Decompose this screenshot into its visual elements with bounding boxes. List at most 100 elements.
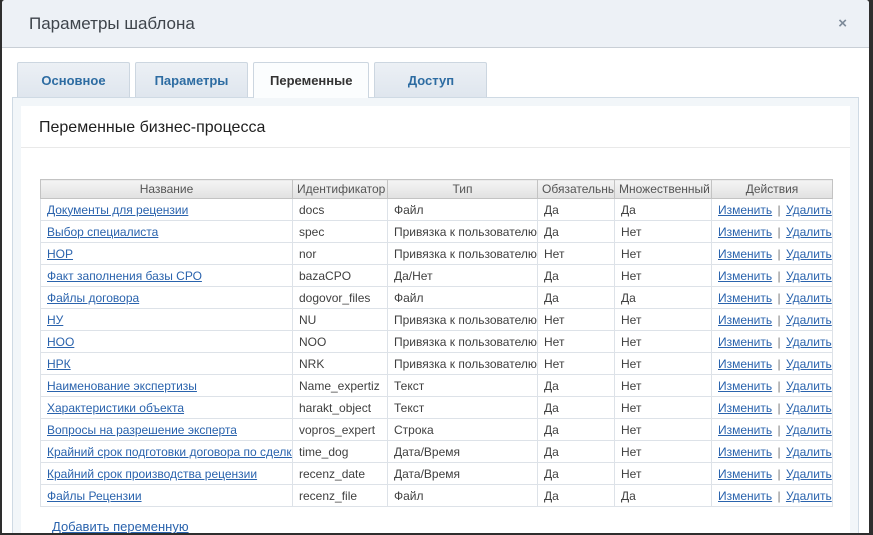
variable-multiple-cell: Да	[615, 485, 712, 507]
edit-link[interactable]: Изменить	[718, 489, 772, 503]
edit-link[interactable]: Изменить	[718, 467, 772, 481]
delete-link[interactable]: Удалить	[786, 313, 832, 327]
variable-required-cell: Нет	[538, 331, 615, 353]
variable-id-cell: NU	[293, 309, 388, 331]
variable-actions-cell: Изменить | Удалить	[712, 331, 833, 353]
variable-type-cell: Привязка к пользователю	[388, 331, 538, 353]
tab-2[interactable]: Параметры	[135, 62, 248, 97]
variable-name-cell: НОО	[41, 331, 293, 353]
edit-link[interactable]: Изменить	[718, 269, 772, 283]
variable-name-link[interactable]: Файлы договора	[47, 291, 139, 305]
dialog-header: Параметры шаблона ×	[2, 0, 869, 48]
variable-name-link[interactable]: Выбор специалиста	[47, 225, 158, 239]
variable-name-link[interactable]: Наименование экспертизы	[47, 379, 197, 393]
variable-name-link[interactable]: Крайний срок производства рецензии	[47, 467, 257, 481]
variable-type-cell: Привязка к пользователю	[388, 243, 538, 265]
edit-link[interactable]: Изменить	[718, 291, 772, 305]
variable-name-link[interactable]: НУ	[47, 313, 63, 327]
variable-name-link[interactable]: НОР	[47, 247, 73, 261]
variable-multiple-cell: Нет	[615, 397, 712, 419]
edit-link[interactable]: Изменить	[718, 335, 772, 349]
variable-id-cell: recenz_file	[293, 485, 388, 507]
variable-id-cell: bazaCPO	[293, 265, 388, 287]
tab-1[interactable]: Основное	[17, 62, 130, 97]
variable-id-cell: recenz_date	[293, 463, 388, 485]
table-row: Файлы Рецензии recenz_file Файл Да Да Из…	[41, 485, 833, 507]
delete-link[interactable]: Удалить	[786, 379, 832, 393]
variable-required-cell: Да	[538, 463, 615, 485]
variable-name-cell: Файлы Рецензии	[41, 485, 293, 507]
variable-actions-cell: Изменить | Удалить	[712, 199, 833, 221]
variable-name-link[interactable]: Файлы Рецензии	[47, 489, 142, 503]
column-header: Множественный	[615, 180, 712, 199]
variable-id-cell: nor	[293, 243, 388, 265]
edit-link[interactable]: Изменить	[718, 379, 772, 393]
variables-table-head: НазваниеИдентификаторТипОбязательныйМнож…	[41, 180, 833, 199]
delete-link[interactable]: Удалить	[786, 291, 832, 305]
variable-name-link[interactable]: Документы для рецензии	[47, 203, 188, 217]
edit-link[interactable]: Изменить	[718, 247, 772, 261]
delete-link[interactable]: Удалить	[786, 269, 832, 283]
variables-table-body: Документы для рецензии docs Файл Да Да И…	[41, 199, 833, 507]
delete-link[interactable]: Удалить	[786, 203, 832, 217]
edit-link[interactable]: Изменить	[718, 423, 772, 437]
variable-id-cell: harakt_object	[293, 397, 388, 419]
variable-actions-cell: Изменить | Удалить	[712, 441, 833, 463]
delete-link[interactable]: Удалить	[786, 335, 832, 349]
column-header: Действия	[712, 180, 833, 199]
action-separator: |	[772, 335, 786, 349]
edit-link[interactable]: Изменить	[718, 203, 772, 217]
delete-link[interactable]: Удалить	[786, 489, 832, 503]
variable-type-cell: Привязка к пользователю	[388, 353, 538, 375]
edit-link[interactable]: Изменить	[718, 357, 772, 371]
dialog-body: Основное Параметры Переменные Доступ Пер…	[2, 48, 869, 533]
variable-type-cell: Текст	[388, 375, 538, 397]
delete-link[interactable]: Удалить	[786, 225, 832, 239]
variable-actions-cell: Изменить | Удалить	[712, 265, 833, 287]
delete-link[interactable]: Удалить	[786, 401, 832, 415]
edit-link[interactable]: Изменить	[718, 401, 772, 415]
delete-link[interactable]: Удалить	[786, 247, 832, 261]
variable-name-link[interactable]: НОО	[47, 335, 74, 349]
edit-link[interactable]: Изменить	[718, 225, 772, 239]
variable-type-cell: Файл	[388, 199, 538, 221]
variable-multiple-cell: Нет	[615, 331, 712, 353]
variable-name-link[interactable]: Характеристики объекта	[47, 401, 184, 415]
variable-required-cell: Да	[538, 265, 615, 287]
variable-type-cell: Привязка к пользователю	[388, 221, 538, 243]
variable-name-link[interactable]: Факт заполнения базы СРО	[47, 269, 202, 283]
tab-3[interactable]: Переменные	[253, 62, 369, 98]
variable-name-link[interactable]: Крайний срок подготовки договора по сдел…	[47, 445, 293, 459]
variable-name-cell: НОР	[41, 243, 293, 265]
close-icon[interactable]: ×	[838, 16, 847, 31]
variable-name-link[interactable]: Вопросы на разрешение эксперта	[47, 423, 237, 437]
variable-id-cell: docs	[293, 199, 388, 221]
variable-name-cell: Крайний срок производства рецензии	[41, 463, 293, 485]
delete-link[interactable]: Удалить	[786, 357, 832, 371]
variable-type-cell: Файл	[388, 485, 538, 507]
variable-name-link[interactable]: НРК	[47, 357, 71, 371]
delete-link[interactable]: Удалить	[786, 423, 832, 437]
variable-id-cell: NRK	[293, 353, 388, 375]
variable-required-cell: Нет	[538, 353, 615, 375]
variable-multiple-cell: Нет	[615, 419, 712, 441]
tab-label: Переменные	[270, 73, 352, 88]
edit-link[interactable]: Изменить	[718, 313, 772, 327]
tab-4[interactable]: Доступ	[374, 62, 487, 97]
delete-link[interactable]: Удалить	[786, 467, 832, 481]
edit-link[interactable]: Изменить	[718, 445, 772, 459]
add-variable-link[interactable]: Добавить переменную	[52, 519, 189, 533]
table-row: Крайний срок подготовки договора по сдел…	[41, 441, 833, 463]
variable-actions-cell: Изменить | Удалить	[712, 463, 833, 485]
variable-multiple-cell: Да	[615, 287, 712, 309]
variable-id-cell: vopros_expert	[293, 419, 388, 441]
variable-name-cell: НРК	[41, 353, 293, 375]
delete-link[interactable]: Удалить	[786, 445, 832, 459]
variable-name-cell: Факт заполнения базы СРО	[41, 265, 293, 287]
variable-required-cell: Да	[538, 397, 615, 419]
variable-type-cell: Файл	[388, 287, 538, 309]
variable-actions-cell: Изменить | Удалить	[712, 353, 833, 375]
variable-actions-cell: Изменить | Удалить	[712, 287, 833, 309]
variable-type-cell: Строка	[388, 419, 538, 441]
variable-required-cell: Да	[538, 375, 615, 397]
